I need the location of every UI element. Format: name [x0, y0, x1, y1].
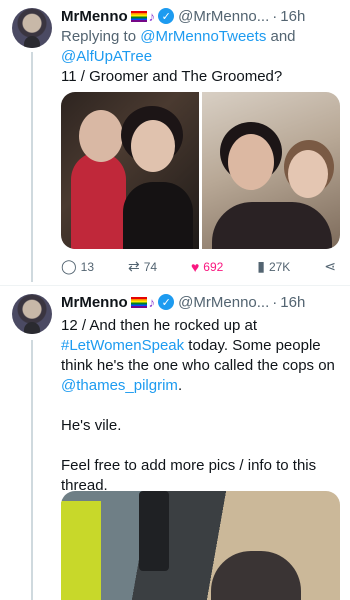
reply-mention-1[interactable]: @MrMennoTweets: [140, 28, 266, 45]
name-emojis: ♪: [130, 8, 156, 24]
tweet-1[interactable]: MrMenno ♪ ✓ @MrMenno... · 16h Replying t…: [0, 0, 350, 285]
share-button[interactable]: ⋖: [324, 258, 336, 275]
reply-icon: ◯: [61, 258, 77, 274]
heart-icon: ♥: [190, 258, 200, 275]
verified-badge-icon: ✓: [158, 294, 175, 310]
views-count: 27K: [268, 259, 291, 274]
tweet-paragraph-1: 12 / And then he rocked up at #LetWomenS…: [61, 316, 340, 396]
replying-prefix: Replying to: [61, 28, 137, 45]
like-button[interactable]: ♥ 692: [191, 259, 223, 275]
photo-selfie-1[interactable]: [61, 92, 199, 249]
photo-selfie-2[interactable]: [202, 92, 340, 249]
reply-mention-2[interactable]: @AlfUpATree: [61, 48, 152, 65]
reply-and: and: [270, 28, 296, 45]
text-segment: 12 / And then he rocked up at: [61, 317, 257, 334]
retweet-icon: ⇄: [127, 258, 140, 274]
replying-to: Replying to @MrMennoTweets and @AlfUpATr…: [61, 27, 340, 67]
retweet-count: 74: [143, 259, 158, 274]
rainbow-flag-icon: [130, 296, 147, 308]
separator-dot: ·: [272, 7, 278, 25]
tweet-paragraph-2: He's vile.: [61, 417, 122, 434]
views-button[interactable]: ▮ 27K: [257, 258, 290, 275]
hashtag-link[interactable]: #LetWomenSpeak: [61, 337, 184, 354]
timestamp[interactable]: 16h: [280, 8, 305, 25]
avatar[interactable]: [12, 294, 52, 334]
reply-count: 13: [80, 259, 95, 274]
music-note-icon: ♪: [148, 8, 156, 24]
music-note-icon: ♪: [148, 294, 156, 310]
separator-dot: ·: [272, 293, 278, 311]
reply-button[interactable]: ◯ 13: [61, 258, 94, 275]
author-name[interactable]: MrMenno: [61, 8, 128, 25]
name-emojis: ♪: [130, 294, 156, 310]
tweet-header: MrMenno ♪ ✓ @MrMenno... · 16h: [61, 6, 342, 26]
author-handle[interactable]: @MrMenno...: [178, 294, 269, 311]
tweet-2[interactable]: MrMenno ♪ ✓ @MrMenno... · 16h 12 / And t…: [0, 286, 350, 600]
tweet-actions: ◯ 13 ⇄ 74 ♥ 692 ▮ 27K ⋖: [61, 258, 336, 275]
text-segment: .: [177, 377, 183, 394]
share-icon: ⋖: [324, 258, 336, 274]
timestamp[interactable]: 16h: [280, 294, 305, 311]
tweet-paragraph-3: Feel free to add more pics / info to thi…: [61, 457, 317, 494]
tweet-media[interactable]: [61, 92, 340, 249]
tweet-media[interactable]: [61, 491, 340, 600]
author-handle[interactable]: @MrMenno...: [178, 8, 269, 25]
views-icon: ▮: [257, 258, 265, 274]
retweet-button[interactable]: ⇄ 74: [128, 258, 157, 275]
rainbow-flag-icon: [130, 10, 147, 22]
avatar[interactable]: [12, 8, 52, 48]
tweet-header: MrMenno ♪ ✓ @MrMenno... · 16h: [61, 292, 342, 312]
mention-link[interactable]: @thames_pilgrim: [61, 377, 178, 394]
author-name[interactable]: MrMenno: [61, 294, 128, 311]
verified-badge-icon: ✓: [158, 8, 175, 24]
like-count: 692: [203, 259, 224, 274]
tweet-text: 11 / Groomer and The Groomed?: [61, 68, 283, 85]
tweet-text: 12 / And then he rocked up at #LetWomenS…: [61, 316, 340, 516]
